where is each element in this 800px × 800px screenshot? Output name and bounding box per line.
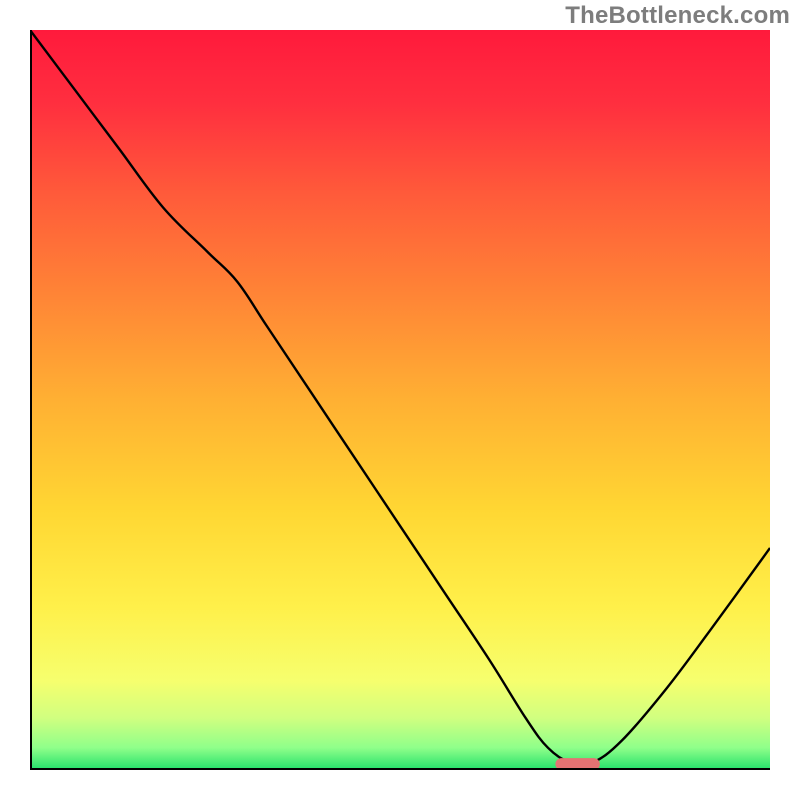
plot-area (30, 30, 770, 770)
watermark-text: TheBottleneck.com (565, 2, 790, 30)
chart-svg (30, 30, 770, 770)
chart-container: TheBottleneck.com (0, 0, 800, 800)
gradient-background (30, 30, 770, 770)
